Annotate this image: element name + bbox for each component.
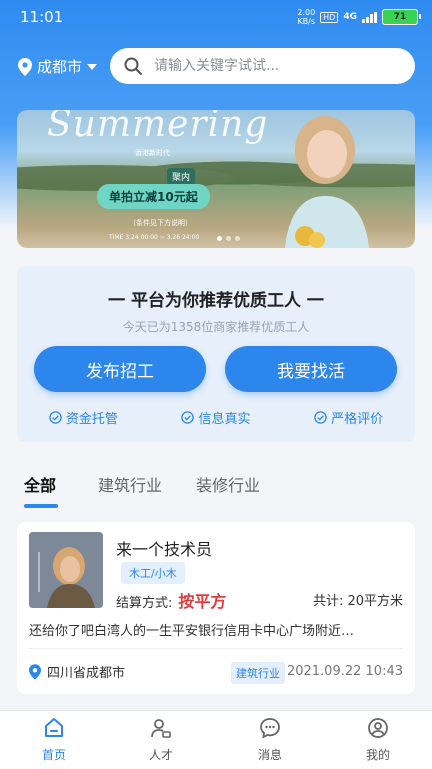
recommend-panel: 一 平台为你推荐优质工人 一 今天已为1358位商家推荐优质工人 发布招工 我要…: [17, 266, 415, 442]
header: 成都市: [0, 46, 432, 86]
search-bar[interactable]: [110, 48, 415, 84]
check-circle-icon: [49, 411, 62, 424]
caret-down-icon: [87, 63, 98, 70]
banner-script-text: Summering: [47, 110, 269, 145]
promo-banner[interactable]: Summering 香港新时代 聚内 单拍立减10元起 （条件见下方说明） TI…: [17, 110, 415, 248]
tabbar-profile[interactable]: 我的: [348, 717, 408, 763]
city-selector[interactable]: 成都市: [18, 56, 98, 77]
user-circle-icon: [368, 718, 388, 738]
check-circle-icon: [181, 411, 195, 424]
network-type: 4G: [343, 12, 357, 22]
feature-item: 严格评价: [314, 408, 383, 427]
feature-item: 资金托管: [49, 408, 118, 427]
tab-decoration[interactable]: 装修行业: [196, 472, 260, 496]
feature-list: 资金托管 信息真实 严格评价: [17, 408, 415, 427]
job-title: 来一个技术员: [116, 540, 213, 559]
message-icon: [260, 718, 280, 739]
banner-model-image: [285, 116, 369, 248]
search-input[interactable]: [152, 57, 396, 75]
tab-construction[interactable]: 建筑行业: [98, 472, 162, 496]
divider: [29, 648, 403, 649]
job-category-tag: 木工/小木: [121, 562, 185, 584]
banner-tag: 聚内: [167, 168, 196, 185]
feature-item: 信息真实: [181, 408, 250, 427]
banner-promo: 单拍立减10元起: [97, 184, 210, 209]
settlement-method: 结算方式: 按平方: [116, 592, 227, 611]
job-card[interactable]: 来一个技术员 木工/小木 结算方式: 按平方 共计: 20平方米 还给你了吧白湾人…: [17, 522, 415, 694]
job-description: 还给你了吧白湾人的一生平安银行信用卡中心广场附近…: [29, 624, 355, 639]
banner-note: （条件见下方说明）: [129, 219, 192, 227]
location-pin-icon: [18, 57, 32, 76]
job-date: 2021.09.22 10:43: [286, 664, 403, 679]
tabbar-messages[interactable]: 消息: [240, 717, 300, 763]
search-icon: [124, 57, 142, 75]
battery-icon: 71: [382, 9, 421, 25]
job-total: 共计: 20平方米: [312, 594, 403, 609]
avatar: [29, 532, 103, 608]
recommend-subtitle: 今天已为1358位商家推荐优质工人: [122, 320, 310, 334]
home-icon: [45, 718, 63, 737]
find-work-button[interactable]: 我要找活: [225, 346, 397, 392]
carousel-dots[interactable]: [217, 236, 240, 241]
industry-tag: 建筑行业: [231, 662, 285, 684]
banner-date: TIME 3.24 00:00 ~ 3.26 24:00: [109, 234, 200, 241]
tabbar-home[interactable]: 首页: [24, 717, 84, 763]
city-label: 成都市: [37, 58, 83, 76]
hd-icon: HD: [320, 11, 339, 23]
tab-all[interactable]: 全部: [24, 472, 56, 496]
tabbar-talent[interactable]: 人才: [131, 717, 191, 763]
banner-subtitle: 香港新时代: [135, 149, 170, 157]
status-bar: 11:01 2.00 KB/s HD 4G 71: [0, 0, 432, 34]
person-icon: [151, 719, 171, 738]
network-speed: 2.00 KB/s: [297, 8, 316, 26]
post-job-button[interactable]: 发布招工: [34, 346, 206, 392]
recommend-title: 一 平台为你推荐优质工人 一: [108, 291, 324, 311]
active-tab-indicator: [24, 504, 58, 508]
category-tabs: 全部 建筑行业 装修行业: [0, 462, 432, 508]
signal-icon: [362, 11, 377, 23]
job-location: 四川省成都市: [29, 662, 125, 681]
settlement-value: 按平方: [178, 592, 227, 611]
check-circle-icon: [314, 411, 327, 424]
status-indicators: 2.00 KB/s HD 4G 71: [297, 8, 421, 26]
bottom-tab-bar: 首页 人才 消息 我的: [0, 710, 432, 769]
location-pin-icon: [29, 663, 41, 680]
status-time: 11:01: [20, 8, 64, 26]
